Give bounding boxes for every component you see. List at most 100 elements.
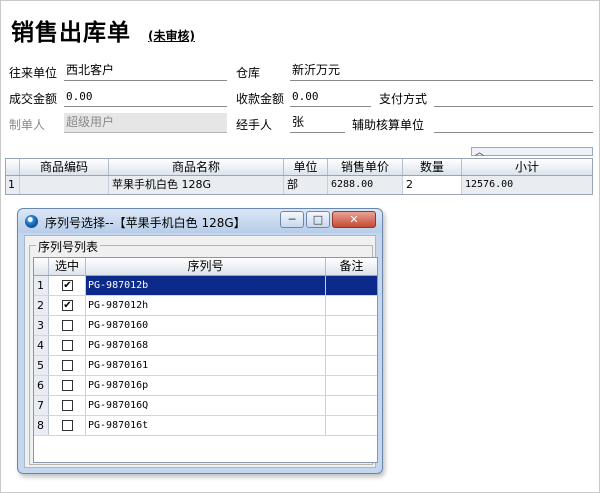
serial-number[interactable]: PG-987012b (86, 276, 326, 295)
select-cell (49, 416, 86, 435)
row-number: 7 (34, 396, 49, 415)
select-cell: ✔ (49, 296, 86, 315)
check-mark-icon: ✔ (63, 280, 72, 291)
audit-status-link[interactable]: (未审核) (148, 27, 195, 44)
serial-row[interactable]: 3 PG-9870160 (34, 316, 377, 336)
payment-label: 支付方式 (379, 92, 428, 106)
col-subtotal[interactable]: 小计 (462, 159, 592, 175)
partner-label: 往来单位 (9, 66, 58, 80)
checkbox-unchecked[interactable] (62, 420, 73, 431)
warehouse-label: 仓库 (236, 66, 261, 80)
aux-unit-label: 辅助核算单位 (352, 118, 425, 132)
row-number: 5 (34, 356, 49, 375)
partner-field[interactable]: 西北客户 (64, 61, 227, 81)
col-unit[interactable]: 单位 (284, 159, 328, 175)
sales-outbound-form: 销售出库单 (未审核) 往来单位 西北客户 仓库 新沂万元 成交金额 0.00 … (0, 0, 600, 493)
handler-label: 经手人 (236, 118, 273, 132)
select-cell (49, 336, 86, 355)
app-globe-icon (25, 215, 38, 228)
cell-name[interactable]: 苹果手机白色 128G (109, 176, 284, 194)
row-number: 4 (34, 336, 49, 355)
collapse-toggle[interactable]: ︿ (471, 147, 593, 158)
serial-number[interactable]: PG-9870161 (86, 356, 326, 375)
col-serial[interactable]: 序列号 (86, 258, 326, 275)
serial-row[interactable]: 6 PG-987016p (34, 376, 377, 396)
serial-row[interactable]: 1 ✔ PG-987012b (34, 276, 377, 296)
cell-unit[interactable]: 部 (284, 176, 328, 194)
serial-list-group: 序列号列表 选中 序列号 备注 1 ✔ PG-987012b 2 ✔ PG-987012h… (29, 238, 378, 465)
serial-grid: 选中 序列号 备注 1 ✔ PG-987012b 2 ✔ PG-987012h 3 PG-98… (33, 257, 378, 463)
aux-unit-field[interactable] (434, 113, 593, 133)
minimize-button[interactable]: ─ (280, 211, 304, 228)
serial-select-dialog: 序列号选择--【苹果手机白色 128G】 ─ □ ✕ 序列号列表 选中 序列号 … (17, 208, 383, 474)
handler-field[interactable]: 张 (290, 113, 345, 133)
serial-list-legend: 序列号列表 (36, 238, 101, 255)
col-code[interactable]: 商品编码 (20, 159, 109, 175)
checkbox-unchecked[interactable] (62, 360, 73, 371)
close-button[interactable]: ✕ (332, 211, 376, 228)
col-note[interactable]: 备注 (326, 258, 377, 275)
select-cell (49, 396, 86, 415)
dialog-titlebar[interactable]: 序列号选择--【苹果手机白色 128G】 ─ □ ✕ (18, 209, 382, 233)
payment-field[interactable] (434, 87, 593, 107)
serial-row[interactable]: 7 PG-987016Q (34, 396, 377, 416)
cell-code[interactable] (20, 176, 109, 194)
received-field[interactable]: 0.00 (290, 87, 371, 107)
page-title: 销售出库单 (11, 20, 131, 46)
note-cell[interactable] (326, 316, 377, 335)
note-cell[interactable] (326, 276, 377, 295)
check-mark-icon: ✔ (63, 300, 72, 311)
serial-number[interactable]: PG-987016t (86, 416, 326, 435)
select-cell (49, 376, 86, 395)
select-cell (49, 356, 86, 375)
row-number: 8 (34, 416, 49, 435)
note-cell[interactable] (326, 416, 377, 435)
maximize-button[interactable]: □ (306, 211, 330, 228)
cell-price[interactable]: 6288.00 (328, 176, 403, 194)
creator-field: 超级用户 (64, 113, 227, 133)
note-cell[interactable] (326, 396, 377, 415)
serial-number[interactable]: PG-987012h (86, 296, 326, 315)
amount-field[interactable]: 0.00 (64, 87, 227, 107)
checkbox-unchecked[interactable] (62, 320, 73, 331)
serial-number[interactable]: PG-987016Q (86, 396, 326, 415)
col-price[interactable]: 销售单价 (328, 159, 403, 175)
row-number: 2 (34, 296, 49, 315)
col-name[interactable]: 商品名称 (109, 159, 284, 175)
dialog-body: 序列号列表 选中 序列号 备注 1 ✔ PG-987012b 2 ✔ PG-987012h… (24, 235, 378, 468)
checkbox-checked[interactable]: ✔ (62, 300, 73, 311)
note-cell[interactable] (326, 336, 377, 355)
col-qty[interactable]: 数量 (403, 159, 462, 175)
serial-row[interactable]: 5 PG-9870161 (34, 356, 377, 376)
row-number: 3 (34, 316, 49, 335)
serial-number[interactable]: PG-9870160 (86, 316, 326, 335)
select-cell: ✔ (49, 276, 86, 295)
warehouse-field[interactable]: 新沂万元 (290, 61, 593, 81)
note-cell[interactable] (326, 376, 377, 395)
row-number: 1 (34, 276, 49, 295)
table-row[interactable]: 1 苹果手机白色 128G 部 6288.00 2 12576.00 (5, 176, 593, 195)
serial-row[interactable]: 4 PG-9870168 (34, 336, 377, 356)
caret-up-icon: ︿ (475, 148, 485, 158)
checkbox-checked[interactable]: ✔ (62, 280, 73, 291)
row-number-header (6, 159, 20, 175)
cell-subtotal[interactable]: 12576.00 (462, 176, 592, 194)
row-number-header (34, 258, 49, 275)
creator-label: 制单人 (9, 118, 46, 132)
checkbox-unchecked[interactable] (62, 400, 73, 411)
note-cell[interactable] (326, 356, 377, 375)
cell-qty[interactable]: 2 (403, 176, 462, 194)
serial-row[interactable]: 2 ✔ PG-987012h (34, 296, 377, 316)
serial-number[interactable]: PG-987016p (86, 376, 326, 395)
row-number: 1 (6, 176, 20, 194)
dialog-title: 序列号选择--【苹果手机白色 128G】 (45, 216, 246, 230)
select-cell (49, 316, 86, 335)
items-grid-header: 商品编码 商品名称 单位 销售单价 数量 小计 (5, 158, 593, 176)
serial-grid-header: 选中 序列号 备注 (34, 258, 377, 276)
serial-number[interactable]: PG-9870168 (86, 336, 326, 355)
col-selected[interactable]: 选中 (49, 258, 86, 275)
note-cell[interactable] (326, 296, 377, 315)
checkbox-unchecked[interactable] (62, 380, 73, 391)
checkbox-unchecked[interactable] (62, 340, 73, 351)
serial-row[interactable]: 8 PG-987016t (34, 416, 377, 436)
